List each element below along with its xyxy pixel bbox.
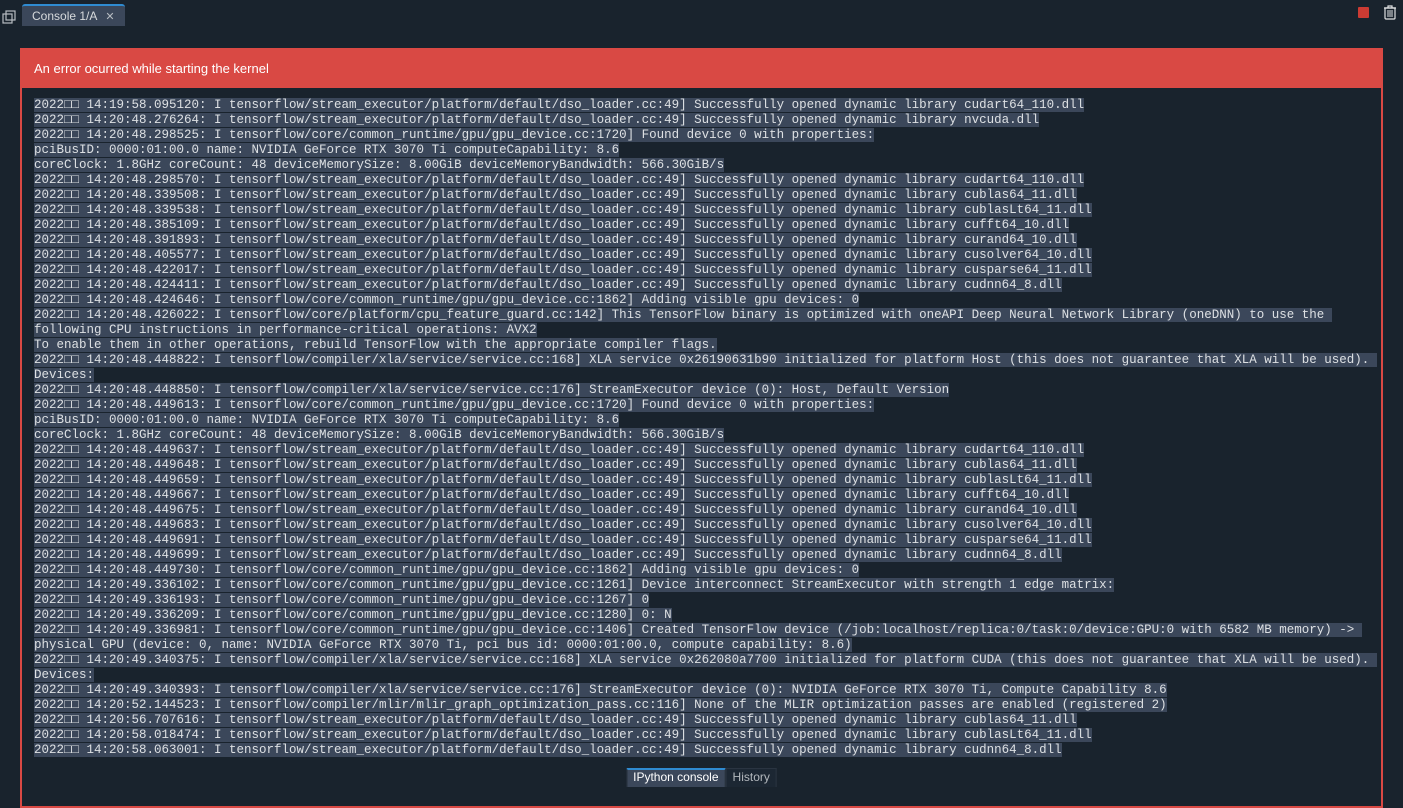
window-restore-icon[interactable] xyxy=(2,10,16,24)
error-banner-title: An error ocurred while starting the kern… xyxy=(22,50,1381,88)
console-line: 2022□□ 14:20:48.448850: I tensorflow/com… xyxy=(34,383,1371,398)
close-icon[interactable]: ✕ xyxy=(103,10,116,23)
console-line: 2022□□ 14:20:48.422017: I tensorflow/str… xyxy=(34,263,1371,278)
console-line: 2022□□ 14:20:48.449730: I tensorflow/cor… xyxy=(34,563,1371,578)
bottom-pane-tabs: IPython console History xyxy=(626,768,777,787)
console-line: 2022□□ 14:20:48.449613: I tensorflow/cor… xyxy=(34,398,1371,413)
console-line: 2022□□ 14:20:49.336981: I tensorflow/cor… xyxy=(34,623,1371,653)
console-line: 2022□□ 14:20:48.449683: I tensorflow/str… xyxy=(34,518,1371,533)
console-line: coreClock: 1.8GHz coreCount: 48 deviceMe… xyxy=(34,158,1371,173)
console-line: 2022□□ 14:20:49.336102: I tensorflow/cor… xyxy=(34,578,1371,593)
console-line: 2022□□ 14:20:48.449691: I tensorflow/str… xyxy=(34,533,1371,548)
console-line: To enable them in other operations, rebu… xyxy=(34,338,1371,353)
console-line: 2022□□ 14:20:48.298525: I tensorflow/cor… xyxy=(34,128,1371,143)
console-line: 2022□□ 14:20:58.018474: I tensorflow/str… xyxy=(34,728,1371,743)
console-line: 2022□□ 14:20:48.298570: I tensorflow/str… xyxy=(34,173,1371,188)
console-line: 2022□□ 14:20:48.424646: I tensorflow/cor… xyxy=(34,293,1371,308)
console-line: 2022□□ 14:20:48.449699: I tensorflow/str… xyxy=(34,548,1371,563)
console-line: 2022□□ 14:20:56.707616: I tensorflow/str… xyxy=(34,713,1371,728)
console-line: 2022□□ 14:20:48.424411: I tensorflow/str… xyxy=(34,278,1371,293)
clear-console-icon[interactable] xyxy=(1383,4,1397,20)
console-line: 2022□□ 14:19:58.095120: I tensorflow/str… xyxy=(34,98,1371,113)
console-tab-row: Console 1/A ✕ xyxy=(22,4,125,26)
console-line: 2022□□ 14:20:49.336209: I tensorflow/cor… xyxy=(34,608,1371,623)
console-line: 2022□□ 14:20:48.449675: I tensorflow/str… xyxy=(34,503,1371,518)
top-right-toolbar xyxy=(1358,4,1397,20)
console-line: 2022□□ 14:20:48.426022: I tensorflow/cor… xyxy=(34,308,1371,338)
console-line: 2022□□ 14:20:48.448822: I tensorflow/com… xyxy=(34,353,1371,383)
console-tab[interactable]: Console 1/A ✕ xyxy=(22,4,125,26)
tab-ipython-console[interactable]: IPython console xyxy=(626,768,725,787)
console-output[interactable]: 2022□□ 14:19:58.095120: I tensorflow/str… xyxy=(22,88,1381,768)
console-line: 2022□□ 14:20:48.449667: I tensorflow/str… xyxy=(34,488,1371,503)
console-line: 2022□□ 14:20:58.063001: I tensorflow/str… xyxy=(34,743,1371,758)
console-line: 2022□□ 14:20:49.336193: I tensorflow/cor… xyxy=(34,593,1371,608)
console-line: 2022□□ 14:20:52.144523: I tensorflow/com… xyxy=(34,698,1371,713)
console-line: pciBusID: 0000:01:00.0 name: NVIDIA GeFo… xyxy=(34,143,1371,158)
console-line: 2022□□ 14:20:49.340393: I tensorflow/com… xyxy=(34,683,1371,698)
console-line: 2022□□ 14:20:48.385109: I tensorflow/str… xyxy=(34,218,1371,233)
console-line: 2022□□ 14:20:49.340375: I tensorflow/com… xyxy=(34,653,1371,683)
console-line: coreClock: 1.8GHz coreCount: 48 deviceMe… xyxy=(34,428,1371,443)
console-line: 2022□□ 14:20:48.405577: I tensorflow/str… xyxy=(34,248,1371,263)
console-line: pciBusID: 0000:01:00.0 name: NVIDIA GeFo… xyxy=(34,413,1371,428)
console-tab-label: Console 1/A xyxy=(32,9,97,23)
tab-history[interactable]: History xyxy=(726,768,777,787)
console-panel: An error ocurred while starting the kern… xyxy=(20,48,1383,808)
console-line: 2022□□ 14:20:48.449637: I tensorflow/str… xyxy=(34,443,1371,458)
console-line: 2022□□ 14:20:48.391893: I tensorflow/str… xyxy=(34,233,1371,248)
console-line: 2022□□ 14:20:48.276264: I tensorflow/str… xyxy=(34,113,1371,128)
stop-kernel-icon[interactable] xyxy=(1358,7,1369,18)
console-line: 2022□□ 14:20:48.339538: I tensorflow/str… xyxy=(34,203,1371,218)
console-line: 2022□□ 14:20:48.449659: I tensorflow/str… xyxy=(34,473,1371,488)
console-line: 2022□□ 14:20:48.339508: I tensorflow/str… xyxy=(34,188,1371,203)
console-line: 2022□□ 14:20:48.449648: I tensorflow/str… xyxy=(34,458,1371,473)
